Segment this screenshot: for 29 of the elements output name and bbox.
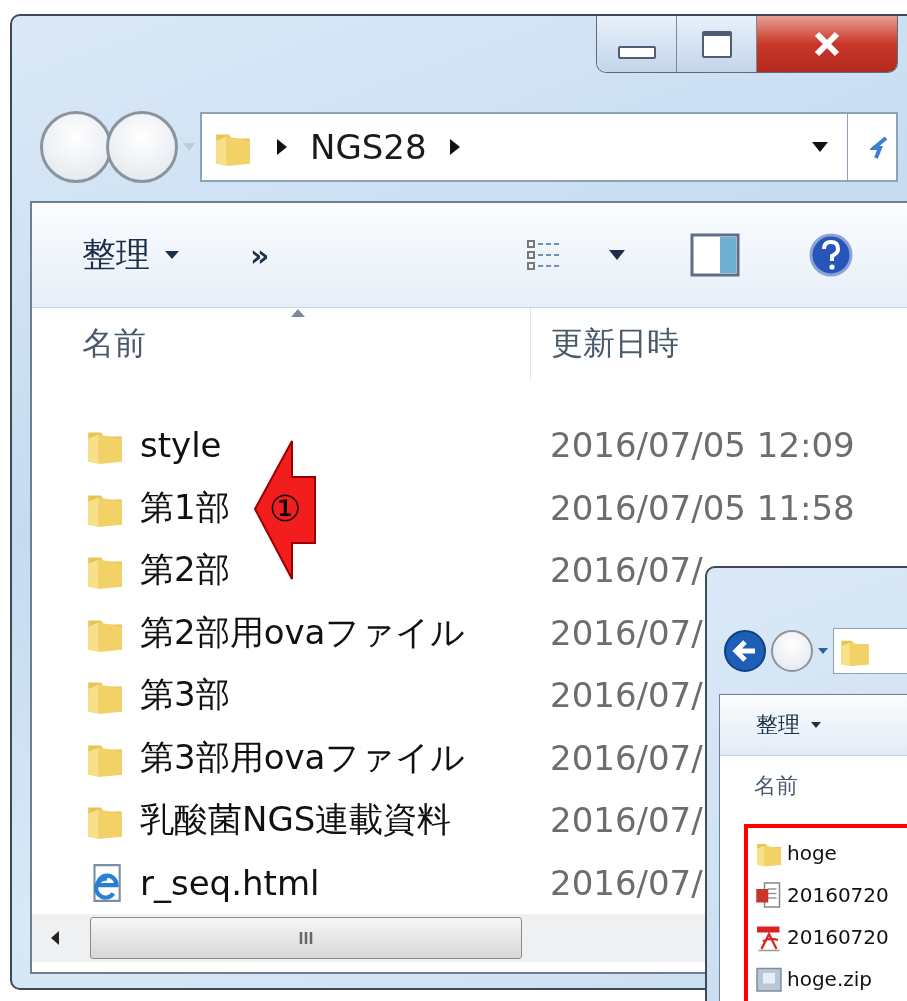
file-name[interactable]: 乳酸菌NGS連載資料 [140,797,452,844]
modified-date: 2016/07/05 12:09 [550,425,855,466]
modified-date: 2016/07/ [550,737,703,778]
file-name[interactable]: 第2部用ovaファイル [140,609,466,656]
modified-date: 2016/07/ [550,550,703,591]
organize-menu[interactable]: 整理 [756,710,822,740]
file-name[interactable]: style [140,425,222,466]
file-name[interactable]: hoge.zip [787,967,873,991]
more-button[interactable]: » [250,237,270,273]
file-name[interactable]: 第1部 [140,484,230,531]
file-name[interactable]: hoge [787,841,837,865]
modified-date: 2016/07/ [550,612,703,653]
file-name[interactable]: 第3部用ovaファイル [140,734,466,781]
address-bar[interactable]: NGS28 [200,112,898,183]
file-name[interactable]: 20160720 [787,883,889,907]
column-header[interactable]: 名前 [754,771,798,801]
file-name[interactable]: 20160720 [787,925,889,949]
file-name[interactable]: 第3部 [140,672,230,719]
breadcrumb[interactable]: NGS28 [310,127,427,168]
modified-date: 2016/07/ [550,800,703,841]
file-name[interactable]: r_seq.html [140,862,320,903]
column-header[interactable]: 更新日時 [531,308,679,380]
callout-number: ① [269,487,302,531]
modified-date: 2016/07/05 11:58 [550,487,855,528]
modified-date: 2016/07/ [550,675,703,716]
modified-date: 2016/07/ [550,862,703,903]
file-name[interactable]: 第2部 [140,547,230,594]
organize-menu[interactable]: 整理 [82,232,180,278]
column-header[interactable]: 名前 [32,308,531,380]
